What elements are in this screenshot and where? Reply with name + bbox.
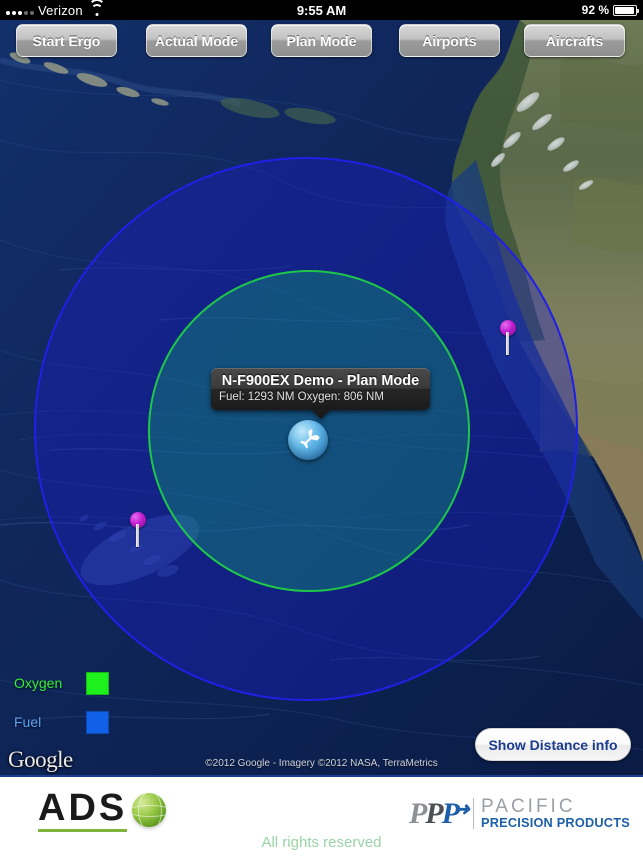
clock-label: 9:55 AM <box>296 2 347 18</box>
legend-row-fuel: Fuel <box>14 710 109 734</box>
all-rights-reserved-label: All rights reserved <box>261 834 382 851</box>
airports-button[interactable]: Airports <box>399 24 500 57</box>
logo-divider <box>473 798 475 829</box>
legend-swatch-oxygen <box>86 671 109 695</box>
footer-bar: ADS P P P ➜ PACIFIC PRECISION PRODUCTS A… <box>0 775 643 857</box>
show-distance-info-button[interactable]: Show Distance info <box>475 728 631 761</box>
aircrafts-button[interactable]: Aircrafts <box>524 24 625 57</box>
status-bar-right: 92 % <box>581 0 639 20</box>
ppp-p1: P <box>408 796 427 830</box>
map-toolbar: Start Ergo Actual Mode Plan Mode Airport… <box>0 24 643 60</box>
airplane-icon <box>300 429 320 449</box>
legend-label-oxygen: Oxygen <box>14 675 63 691</box>
arrow-icon: ➜ <box>454 798 470 819</box>
pacific-precision-products-logo: P P P ➜ PACIFIC PRECISION PRODUCTS <box>408 796 630 830</box>
callout-box: N-F900EX Demo - Plan Mode Fuel: 1293 NM … <box>211 368 430 410</box>
map-pin-hawaii[interactable] <box>130 512 146 547</box>
callout-subtitle: Fuel: 1293 NM Oxygen: 806 NM <box>219 391 384 403</box>
aircraft-callout[interactable]: N-F900EX Demo - Plan Mode Fuel: 1293 NM … <box>211 368 430 419</box>
ppp-p2: P <box>425 796 443 830</box>
ads-logo: ADS <box>38 789 167 832</box>
ppp-precision-label: PRECISION PRODUCTS <box>481 816 630 830</box>
app-root: Verizon 9:55 AM 92 % N-F900EX Demo - Pla… <box>0 0 643 857</box>
map-pin-westcoast[interactable] <box>500 320 516 355</box>
battery-icon <box>613 4 639 16</box>
globe-icon <box>132 792 167 827</box>
ppp-wordmark: PACIFIC PRECISION PRODUCTS <box>481 796 630 830</box>
map-pin-needle <box>506 332 509 355</box>
legend-label-fuel: Fuel <box>14 714 42 730</box>
legend-swatch-fuel <box>86 710 109 734</box>
map-legend: Oxygen Fuel <box>14 671 109 750</box>
battery-percent-label: 92 % <box>581 3 609 17</box>
ppp-monogram: P P P ➜ <box>408 796 470 830</box>
status-bar-clock: 9:55 AM <box>0 0 643 20</box>
plan-mode-button[interactable]: Plan Mode <box>271 24 372 57</box>
map-view[interactable]: N-F900EX Demo - Plan Mode Fuel: 1293 NM … <box>0 20 643 775</box>
legend-row-oxygen: Oxygen <box>14 671 109 695</box>
aircraft-marker[interactable] <box>288 420 328 460</box>
ads-logo-text: ADS <box>38 789 128 832</box>
status-bar: Verizon 9:55 AM 92 % <box>0 0 643 20</box>
actual-mode-button[interactable]: Actual Mode <box>146 24 247 57</box>
ppp-pacific-label: PACIFIC <box>481 796 576 817</box>
callout-tip <box>310 409 331 419</box>
map-pin-needle <box>136 524 139 547</box>
start-ergo-button[interactable]: Start Ergo <box>16 24 117 57</box>
callout-title: N-F900EX Demo - Plan Mode <box>221 373 420 389</box>
